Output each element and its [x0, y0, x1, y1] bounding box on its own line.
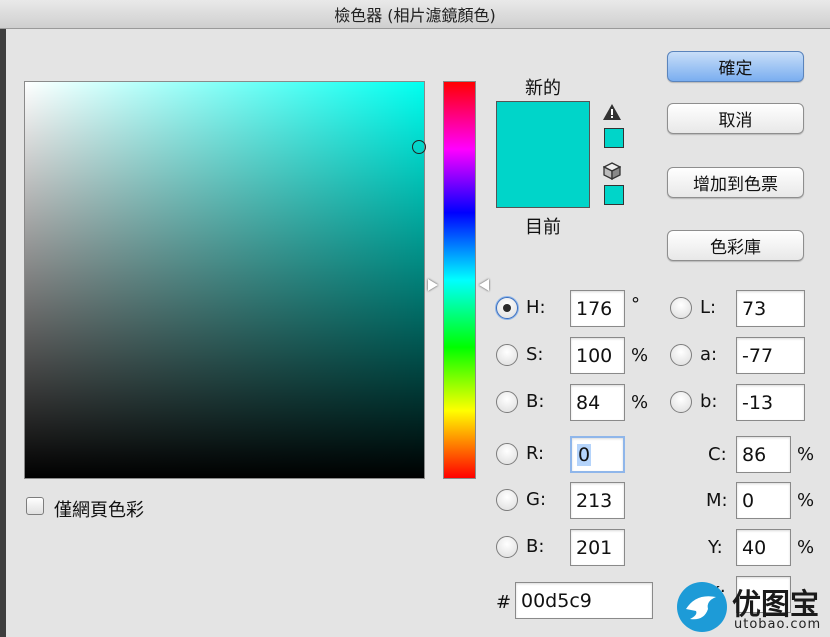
color-swatch-preview	[496, 101, 590, 208]
blue-radio[interactable]	[496, 536, 518, 558]
warning-triangle-icon[interactable]	[602, 103, 622, 121]
only-web-colors-checkbox[interactable]	[26, 497, 44, 515]
magenta-unit: %	[797, 490, 815, 511]
brightness-radio[interactable]	[496, 391, 518, 413]
yellow-label: Y:	[708, 537, 723, 558]
current-color-label: 目前	[525, 217, 561, 238]
saturation-radio[interactable]	[496, 344, 518, 366]
lab-b-field[interactable]: -13	[736, 384, 805, 421]
new-color-label: 新的	[525, 78, 561, 99]
blue-label: B:	[526, 536, 545, 557]
watermark-logo: 优图宝 utobao.com	[676, 579, 830, 637]
brightness-unit: %	[631, 392, 649, 413]
cyan-label: C:	[708, 444, 727, 465]
add-to-swatches-button[interactable]: 增加到色票	[667, 167, 804, 198]
window-title-bar: 檢色器 (相片濾鏡顏色)	[0, 0, 830, 29]
watermark-url: utobao.com	[734, 617, 822, 632]
web-safe-swatch[interactable]	[604, 185, 624, 205]
brightness-label: B:	[526, 391, 545, 412]
ok-button[interactable]: 確定	[667, 51, 804, 82]
saturation-brightness-field[interactable]	[24, 81, 425, 479]
lightness-radio[interactable]	[670, 297, 692, 319]
red-radio[interactable]	[496, 443, 518, 465]
lab-a-label: a:	[700, 344, 718, 365]
hue-label: H:	[526, 297, 546, 318]
red-field[interactable]: 0	[570, 436, 625, 473]
green-radio[interactable]	[496, 489, 518, 511]
saturation-label: S:	[526, 344, 544, 365]
cube-icon[interactable]	[603, 162, 621, 180]
lab-a-field[interactable]: -77	[736, 337, 805, 374]
hue-radio[interactable]	[496, 297, 518, 319]
magenta-field[interactable]: 0	[736, 482, 791, 519]
saturation-unit: %	[631, 345, 649, 366]
green-label: G:	[526, 489, 547, 510]
gamut-warning-swatch[interactable]	[604, 128, 624, 148]
only-web-colors-label: 僅網頁色彩	[54, 500, 144, 521]
color-libraries-button[interactable]: 色彩庫	[667, 230, 804, 261]
current-color-swatch[interactable]	[497, 155, 589, 207]
lab-b-radio[interactable]	[670, 391, 692, 413]
cyan-field[interactable]: 86	[736, 436, 791, 473]
lightness-label: L:	[700, 297, 717, 318]
cancel-button[interactable]: 取消	[667, 103, 804, 134]
green-field[interactable]: 213	[570, 482, 625, 519]
hue-slider[interactable]	[443, 81, 476, 479]
hue-slider-left-handle[interactable]	[428, 279, 438, 291]
cyan-unit: %	[797, 444, 815, 465]
yellow-field[interactable]: 40	[736, 529, 791, 566]
yellow-unit: %	[797, 537, 815, 558]
brightness-field[interactable]: 84	[570, 384, 625, 421]
lab-b-label: b:	[700, 391, 718, 412]
lab-a-radio[interactable]	[670, 344, 692, 366]
magenta-label: M:	[706, 490, 728, 511]
blue-field[interactable]: 201	[570, 529, 625, 566]
saturation-field[interactable]: 100	[570, 337, 625, 374]
new-color-swatch	[497, 102, 589, 155]
window-title: 檢色器 (相片濾鏡顏色)	[334, 6, 496, 25]
bird-logo-icon	[677, 582, 727, 632]
lightness-field[interactable]: 73	[736, 290, 805, 327]
hex-field[interactable]: 00d5c9	[515, 582, 653, 619]
color-field-cursor[interactable]	[412, 140, 426, 154]
hue-unit: °	[631, 294, 640, 315]
hex-label: #	[496, 592, 512, 613]
hue-slider-right-handle[interactable]	[479, 279, 489, 291]
hue-field[interactable]: 176	[570, 290, 625, 327]
red-label: R:	[526, 443, 545, 464]
